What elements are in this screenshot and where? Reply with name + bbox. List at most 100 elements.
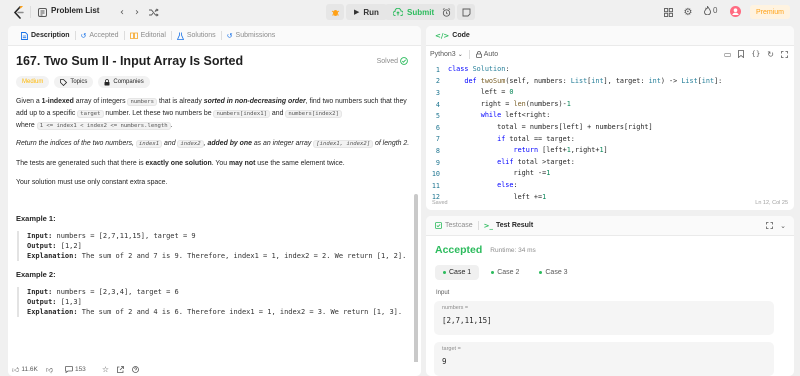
- code-text: if total == target:: [497, 134, 575, 143]
- collapse-icon[interactable]: ⌄: [780, 222, 786, 230]
- leetcode-logo-icon[interactable]: [12, 5, 26, 19]
- code-line[interactable]: 5 while left<right:: [426, 110, 794, 122]
- tab-test-result[interactable]: >_ Test Result: [479, 216, 539, 236]
- reset-icon[interactable]: ↻: [767, 50, 774, 59]
- code-line[interactable]: 7 if total == target:: [426, 134, 794, 146]
- help-icon[interactable]: [132, 365, 139, 373]
- debug-button[interactable]: [326, 4, 344, 20]
- tab-solutions-label: Solutions: [186, 32, 216, 39]
- tab-code[interactable]: </> Code: [430, 26, 475, 46]
- text: and: [162, 140, 178, 147]
- code-line[interactable]: 10 right -=1: [426, 168, 794, 180]
- description-paragraph: The tests are generated such that there …: [16, 158, 412, 169]
- tab-accepted[interactable]: ↺ Accepted: [76, 26, 124, 46]
- line-number: 11: [431, 181, 440, 190]
- fullscreen-icon[interactable]: [781, 50, 788, 58]
- avatar[interactable]: [730, 6, 741, 17]
- code-line[interactable]: 1 class Solution:: [426, 64, 794, 76]
- run-button[interactable]: ▶ Run: [346, 4, 387, 20]
- thumbs-down-icon[interactable]: 👎︎: [46, 365, 53, 374]
- text: .: [170, 122, 173, 129]
- tab-testcase[interactable]: Testcase: [430, 216, 478, 236]
- scrollbar-thumb[interactable]: [414, 194, 418, 370]
- text-bold: may not: [228, 160, 256, 167]
- code-line[interactable]: 3 left = 0: [426, 87, 794, 99]
- like-button[interactable]: 👍︎ 11.6K: [12, 365, 38, 374]
- companies-button[interactable]: Companies: [98, 76, 150, 88]
- result-panel: Testcase >_ Test Result ⌄ Accepted Runti…: [426, 216, 794, 376]
- solved-status: Solved: [377, 57, 408, 65]
- notes-icon[interactable]: ▭: [724, 50, 732, 59]
- problem-list-link[interactable]: Problem List: [51, 6, 99, 15]
- text-bold: exactly one solution: [145, 160, 212, 167]
- history-icon: ↺: [226, 31, 233, 40]
- fullscreen-icon[interactable]: [766, 222, 774, 229]
- code-line[interactable]: 9 elif total >target:: [426, 157, 794, 169]
- share-icon[interactable]: [117, 365, 124, 373]
- code-line[interactable]: 2 def twoSum(self, numbers: List[int], t…: [426, 76, 794, 88]
- shuffle-icon[interactable]: [148, 5, 160, 19]
- case-tab[interactable]: Case 1: [435, 265, 480, 280]
- bookmark-icon[interactable]: [738, 50, 745, 58]
- code-line[interactable]: 11 else:: [426, 180, 794, 192]
- tab-submissions[interactable]: ↺ Submissions: [222, 26, 281, 46]
- thumbs-up-icon: 👍︎: [12, 365, 20, 374]
- line-number: 1: [435, 65, 440, 74]
- fire-icon: [704, 6, 711, 15]
- tab-description[interactable]: Description: [16, 26, 75, 46]
- tab-editorial[interactable]: Editorial: [125, 26, 171, 46]
- comments-button[interactable]: 153: [65, 366, 86, 373]
- topics-label: Topics: [70, 79, 88, 85]
- text-bold-italic: sorted in non-decreasing order: [203, 98, 306, 105]
- tab-solutions[interactable]: Solutions: [172, 26, 221, 46]
- chevron-left-icon[interactable]: ‹: [116, 5, 128, 19]
- document-icon: [21, 31, 28, 40]
- premium-button[interactable]: Premium: [750, 5, 791, 19]
- code-text: elif total >target:: [497, 157, 575, 166]
- language-select[interactable]: Python3 ⌄: [430, 51, 463, 58]
- notes-button[interactable]: [457, 4, 475, 20]
- layout-grid-icon[interactable]: [662, 6, 674, 18]
- runtime-label: Runtime: 34 ms: [490, 246, 536, 254]
- example-block: Input: numbers = [2,3,4], target = 6 Out…: [17, 287, 412, 317]
- code-text: left = 0: [448, 88, 514, 97]
- streak-counter[interactable]: 0: [704, 6, 717, 15]
- case-tab[interactable]: Case 3: [531, 265, 575, 280]
- list-icon[interactable]: [36, 6, 48, 18]
- example-title: Example 2:: [16, 270, 56, 279]
- text: as an integer array: [251, 140, 314, 147]
- line-number: 7: [435, 135, 440, 144]
- code-panel: </> Code Python3 ⌄ Auto ▭ {} ↻ 1class So…: [426, 26, 794, 210]
- submit-button[interactable]: Submit: [385, 4, 443, 20]
- settings-gear-icon[interactable]: ⚙: [682, 5, 694, 19]
- alarm-clock-button[interactable]: [437, 4, 455, 20]
- code-text: right -=1: [448, 169, 551, 178]
- text-bold: 1-indexed: [41, 98, 74, 105]
- code-line[interactable]: 8 return [left+1,right+1]: [426, 145, 794, 157]
- text: . You: [211, 160, 229, 167]
- description-panel: Description ↺ Accepted Editorial Solutio…: [8, 26, 421, 376]
- tab-testcase-label: Testcase: [445, 222, 473, 229]
- book-icon: [129, 32, 138, 39]
- code-line[interactable]: 4 right = len(numbers)-1: [426, 99, 794, 111]
- topics-button[interactable]: Topics: [54, 76, 94, 88]
- divider: [468, 49, 470, 59]
- case-tab[interactable]: Case 2: [483, 265, 527, 280]
- difficulty-badge[interactable]: Medium: [16, 76, 50, 88]
- code-text: total = numbers[left] + numbers[right]: [448, 122, 653, 131]
- braces-icon[interactable]: {}: [751, 50, 760, 58]
- code-text: else:: [497, 180, 518, 189]
- text: and: [269, 110, 286, 117]
- chevron-right-icon[interactable]: ›: [131, 5, 143, 19]
- code-editor[interactable]: 1 class Solution: 2 def twoSum(self, numbe…: [426, 64, 794, 204]
- text: that is already: [157, 98, 204, 105]
- auto-mode[interactable]: Auto: [475, 51, 498, 58]
- solved-label: Solved: [376, 57, 398, 65]
- star-icon[interactable]: ☆: [102, 365, 109, 374]
- text: of length 2.: [373, 140, 410, 147]
- code-line[interactable]: 6 total = numbers[left] + numbers[right]: [426, 122, 794, 134]
- description-footer: 👍︎ 11.6K 👎︎ 153 ☆: [8, 362, 421, 376]
- explanation-label: Explanation:: [27, 308, 78, 316]
- field-value: [2,7,11,15]: [442, 316, 492, 325]
- text: number. Let these two numbers be: [103, 110, 214, 117]
